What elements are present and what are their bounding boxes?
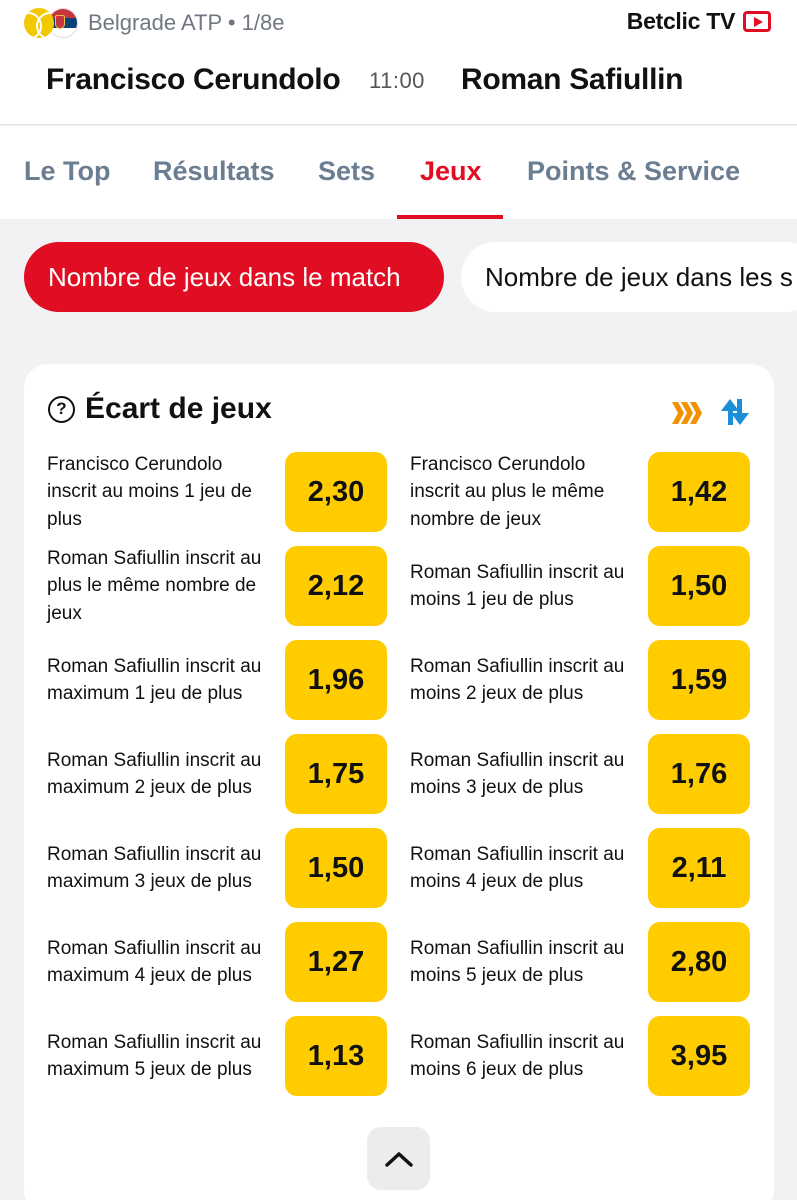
selection[interactable]: Roman Safiullin inscrit au maximum 2 jeu… [47,734,387,814]
market-header: ? Écart de jeux [48,392,272,426]
away-player: Roman Safiullin [461,63,684,96]
selection-label: Francisco Cerundolo inscrit au moins 1 j… [47,453,252,530]
odds-button[interactable]: 1,96 [285,640,387,720]
selection-label: Roman Safiullin inscrit au moins 2 jeux … [410,655,625,705]
market-tabs: Le Top Résultats Sets Jeux Points & Serv… [0,126,797,219]
tab-jeux[interactable]: Jeux [420,156,482,187]
selection-label: Francisco Cerundolo inscrit au plus le m… [410,453,605,530]
event-name: Belgrade ATP • 1/8e [88,10,285,35]
selection[interactable]: Francisco Cerundolo inscrit au moins 1 j… [47,452,387,532]
market-title: Écart de jeux [85,392,272,425]
active-tab-indicator [397,215,503,219]
market-card: ? Écart de jeux Francisco Cerundolo insc… [24,364,774,1200]
chip-jeux-match[interactable]: Nombre de jeux dans le match [24,242,444,312]
selection[interactable]: Roman Safiullin inscrit au moins 3 jeux … [410,734,750,814]
swap-icon[interactable] [720,397,750,427]
selection-label: Roman Safiullin inscrit au maximum 1 jeu… [47,655,262,705]
selection-label: Roman Safiullin inscrit au maximum 2 jeu… [47,749,262,799]
selection[interactable]: Roman Safiullin inscrit au moins 4 jeux … [410,828,750,908]
selection[interactable]: Roman Safiullin inscrit au moins 6 jeux … [410,1016,750,1096]
selection[interactable]: Roman Safiullin inscrit au moins 5 jeux … [410,922,750,1002]
tennis-ball-icon [24,8,54,38]
boost-icon[interactable] [672,400,702,426]
odds-row: Roman Safiullin inscrit au maximum 1 jeu… [47,640,751,734]
tv-play-icon [743,11,771,32]
selection[interactable]: Roman Safiullin inscrit au maximum 3 jeu… [47,828,387,908]
odds-button[interactable]: 1,27 [285,922,387,1002]
event-info[interactable]: Belgrade ATP • 1/8e [24,6,284,40]
odds-button[interactable]: 2,12 [285,546,387,626]
chevron-up-icon [384,1151,413,1167]
selection-label: Roman Safiullin inscrit au moins 3 jeux … [410,749,625,799]
odds-row: Roman Safiullin inscrit au maximum 3 jeu… [47,828,751,922]
tab-le-top[interactable]: Le Top [24,156,110,187]
odds-row: Roman Safiullin inscrit au plus le même … [47,546,751,640]
selection[interactable]: Francisco Cerundolo inscrit au plus le m… [410,452,750,532]
chip-jeux-sets[interactable]: Nombre de jeux dans les s [461,242,797,312]
odds-button[interactable]: 3,95 [648,1016,750,1096]
selection[interactable]: Roman Safiullin inscrit au maximum 5 jeu… [47,1016,387,1096]
help-icon[interactable]: ? [48,395,75,423]
odds-row: Roman Safiullin inscrit au maximum 2 jeu… [47,734,751,828]
odds-button[interactable]: 1,50 [648,546,750,626]
selection-label: Roman Safiullin inscrit au moins 4 jeux … [410,843,625,893]
selection-label: Roman Safiullin inscrit au moins 1 jeu d… [410,561,625,611]
selection-label: Roman Safiullin inscrit au maximum 5 jeu… [47,1031,262,1081]
odds-button[interactable]: 2,30 [285,452,387,532]
odds-row: Roman Safiullin inscrit au maximum 5 jeu… [47,1016,751,1110]
selection[interactable]: Roman Safiullin inscrit au maximum 1 jeu… [47,640,387,720]
selection-label: Roman Safiullin inscrit au maximum 3 jeu… [47,843,262,893]
selection[interactable]: Roman Safiullin inscrit au moins 1 jeu d… [410,546,750,626]
odds-button[interactable]: 1,13 [285,1016,387,1096]
selection[interactable]: Roman Safiullin inscrit au maximum 4 jeu… [47,922,387,1002]
tv-label: Betclic TV [626,8,736,34]
selection-label: Roman Safiullin inscrit au maximum 4 jeu… [47,937,262,987]
tab-points-service[interactable]: Points & Service [527,156,740,187]
collapse-button[interactable] [367,1127,430,1190]
odds-row: Francisco Cerundolo inscrit au moins 1 j… [47,452,751,546]
odds-grid: Francisco Cerundolo inscrit au moins 1 j… [47,452,751,1110]
odds-button[interactable]: 1,50 [285,828,387,908]
odds-button[interactable]: 2,11 [648,828,750,908]
selection-label: Roman Safiullin inscrit au moins 5 jeux … [410,937,625,987]
home-player: Francisco Cerundolo [46,63,341,96]
odds-button[interactable]: 2,80 [648,922,750,1002]
tab-sets[interactable]: Sets [318,156,375,187]
odds-button[interactable]: 1,42 [648,452,750,532]
match-header: Belgrade ATP • 1/8e Betclic TV Francisco… [0,0,797,125]
match-time: 11:00 [369,68,425,93]
selection[interactable]: Roman Safiullin inscrit au moins 2 jeux … [410,640,750,720]
selection-label: Roman Safiullin inscrit au moins 6 jeux … [410,1031,625,1081]
selection[interactable]: Roman Safiullin inscrit au plus le même … [47,546,387,626]
betclic-tv-button[interactable]: Betclic TV [627,8,771,35]
odds-row: Roman Safiullin inscrit au maximum 4 jeu… [47,922,751,1016]
tab-resultats[interactable]: Résultats [153,156,275,187]
selection-label: Roman Safiullin inscrit au plus le même … [47,547,262,624]
odds-button[interactable]: 1,76 [648,734,750,814]
odds-button[interactable]: 1,75 [285,734,387,814]
odds-button[interactable]: 1,59 [648,640,750,720]
